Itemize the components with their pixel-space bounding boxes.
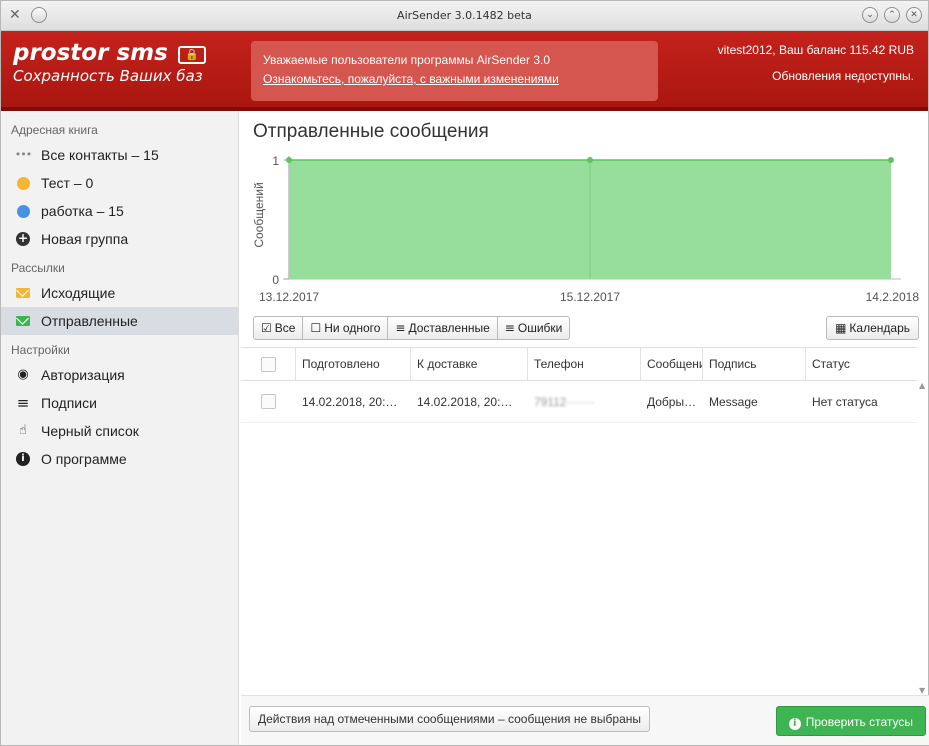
chart-xtick: 14.2.2018 — [866, 290, 920, 304]
logo-text: prostor sms — [13, 40, 168, 66]
chart-point — [587, 157, 593, 163]
user-circle-icon: ◉ — [17, 367, 29, 382]
column-signature[interactable]: Подпись — [703, 348, 806, 380]
sidebar-item-auth[interactable]: ◉ Авторизация — [1, 361, 238, 389]
sidebar-item-label: работка – 15 — [41, 203, 124, 219]
envelope-icon — [15, 285, 31, 301]
list-icon: ≡ — [504, 321, 515, 335]
check-status-button[interactable]: i Проверить статусы — [775, 706, 926, 736]
sidebar-item-label: Новая группа — [41, 231, 129, 247]
chart-xtick: 13.12.2017 — [259, 290, 319, 304]
plus-circle-icon: + — [16, 231, 30, 246]
minimize-button[interactable]: ⌄ — [862, 7, 878, 23]
sidebar-item-label: О программе — [41, 451, 127, 467]
sidebar-item-about[interactable]: i О программе — [1, 445, 238, 473]
column-message[interactable]: Сообщение — [641, 348, 703, 380]
page-title: Отправленные сообщения — [253, 121, 489, 142]
chart-ylabel: Сообщений — [252, 182, 266, 247]
sidebar-item-new-group[interactable]: + Новая группа — [1, 225, 238, 253]
maximize-button[interactable]: ⌃ — [884, 7, 900, 23]
sidebar-item-label: Черный список — [41, 423, 139, 439]
sidebar-item-label: Исходящие — [41, 285, 116, 301]
list-icon: ≡ — [16, 394, 30, 412]
chart-xtick: 15.12.2017 — [560, 290, 620, 304]
sidebar-item-label: Тест – 0 — [41, 175, 94, 191]
close-button[interactable]: ✕ — [906, 7, 922, 23]
notice-text: Уважаемые пользователи программы AirSend… — [263, 53, 551, 67]
chart-ytick: 0 — [272, 273, 279, 287]
column-prepared[interactable]: Подготовлено — [296, 348, 411, 380]
scroll-down-icon[interactable]: ▼ — [919, 686, 925, 695]
envelope-icon — [15, 313, 31, 329]
filter-none-button[interactable]: ☐ Ни одного — [302, 316, 389, 340]
empty-box-icon: ☐ — [310, 321, 322, 335]
list-icon: ≡ — [395, 321, 406, 335]
scroll-up-icon[interactable]: ▲ — [919, 381, 925, 390]
checked-box-icon: ☑ — [261, 321, 272, 335]
hand-icon: ☝ — [19, 423, 27, 438]
sidebar-item-all-contacts[interactable]: ••• Все контакты – 15 — [1, 141, 238, 169]
sidebar-item-blacklist[interactable]: ☝ Черный список — [1, 417, 238, 445]
logo: prostor sms 🔒 — [13, 40, 206, 66]
footer-bar: Действия над отмеченными сообщениями – с… — [241, 695, 929, 745]
cell-delivery: 14.02.2018, 20:… — [417, 394, 513, 409]
table-scrollbar[interactable]: ▲ ▼ — [918, 381, 929, 695]
info-icon: i — [788, 718, 801, 730]
cell-phone: 79112······· — [534, 394, 595, 409]
select-all-checkbox[interactable] — [241, 348, 296, 380]
calendar-button[interactable]: ▦ Календарь — [826, 316, 919, 340]
dot-icon — [15, 203, 31, 219]
dot-icon — [15, 175, 31, 191]
cell-prepared: 14.02.2018, 20:… — [302, 394, 398, 409]
notice-link[interactable]: Ознакомьтесь, пожалуйста, с важными изме… — [263, 72, 646, 86]
calendar-icon: ▦ — [835, 321, 847, 335]
row-checkbox[interactable] — [241, 381, 296, 422]
sidebar-item-signatures[interactable]: ≡ Подписи — [1, 389, 238, 417]
sidebar-item-label: Отправленные — [41, 313, 138, 329]
header-banner: prostor sms 🔒 Сохранность Ваших баз Уваж… — [1, 31, 928, 111]
lock-icon: 🔒 — [177, 46, 206, 64]
column-phone[interactable]: Телефон — [528, 348, 641, 380]
sidebar-item-outgoing[interactable]: Исходящие — [1, 279, 238, 307]
messages-table: Подготовлено К доставке Телефон Сообщени… — [241, 347, 917, 423]
account-info: vitest2012, Ваш баланс 115.42 RUB Обновл… — [718, 43, 914, 83]
settings-title: Настройки — [11, 343, 70, 357]
sidebar-item-rabotka[interactable]: работка – 15 — [1, 197, 238, 225]
actions-button[interactable]: Действия над отмеченными сообщениями – с… — [249, 706, 650, 732]
info-icon: i — [15, 451, 31, 467]
cell-message: Добры… — [647, 394, 697, 409]
sidebar-item-label: Подписи — [41, 395, 97, 411]
filter-toolbar: ☑ Все ☐ Ни одного ≡ Доставленные ≡ Ошибки — [253, 316, 571, 340]
sidebar-item-label: Авторизация — [41, 367, 125, 383]
updates-status: Обновления недоступны. — [772, 69, 914, 83]
table-header: Подготовлено К доставке Телефон Сообщени… — [241, 347, 917, 381]
window-title: AirSender 3.0.1482 beta — [397, 9, 532, 22]
sidebar-item-test[interactable]: Тест – 0 — [1, 169, 238, 197]
filter-delivered-button[interactable]: ≡ Доставленные — [387, 316, 498, 340]
messages-chart: Сообщений 1 0 13.12.2017 15.12.2017 14.2… — [252, 154, 920, 304]
cell-status: Нет статуса — [812, 394, 878, 409]
filter-errors-button[interactable]: ≡ Ошибки — [496, 316, 571, 340]
title-bar: ✕ AirSender 3.0.1482 beta ⌄ ⌃ ✕ — [1, 1, 928, 31]
column-status[interactable]: Статус — [806, 348, 917, 380]
logo-subtitle: Сохранность Ваших баз — [13, 67, 203, 85]
app-window: ✕ AirSender 3.0.1482 beta ⌄ ⌃ ✕ prostor … — [0, 0, 929, 746]
sidebar: Адресная книга ••• Все контакты – 15 Тес… — [1, 111, 239, 745]
filter-all-button[interactable]: ☑ Все — [253, 316, 304, 340]
notice-box: Уважаемые пользователи программы AirSend… — [251, 41, 658, 101]
sidebar-item-sent[interactable]: Отправленные — [1, 307, 238, 335]
mailings-title: Рассылки — [11, 261, 65, 275]
column-delivery[interactable]: К доставке — [411, 348, 528, 380]
chart-point — [888, 157, 894, 163]
table-row[interactable]: 14.02.2018, 20:… 14.02.2018, 20:… 79112·… — [241, 381, 917, 423]
sidebar-item-label: Все контакты – 15 — [41, 147, 159, 163]
address-book-title: Адресная книга — [11, 123, 98, 137]
cell-signature: Message — [709, 394, 758, 409]
account-balance: vitest2012, Ваш баланс 115.42 RUB — [717, 43, 914, 57]
chart-ytick: 1 — [272, 154, 279, 168]
dots-icon: ••• — [14, 148, 32, 161]
chart-point — [286, 157, 292, 163]
